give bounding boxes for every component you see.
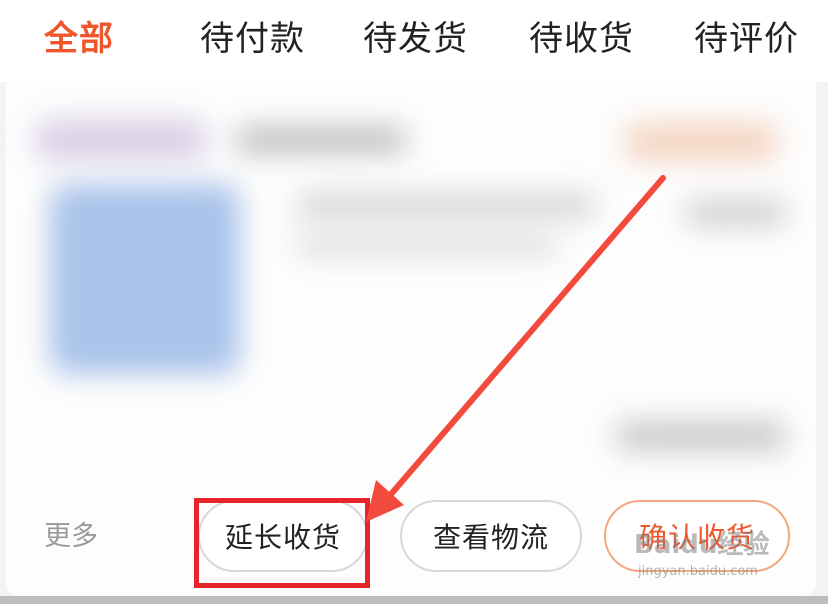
- red-pointer-arrow-icon: [366, 175, 666, 522]
- bottom-divider: [0, 596, 828, 604]
